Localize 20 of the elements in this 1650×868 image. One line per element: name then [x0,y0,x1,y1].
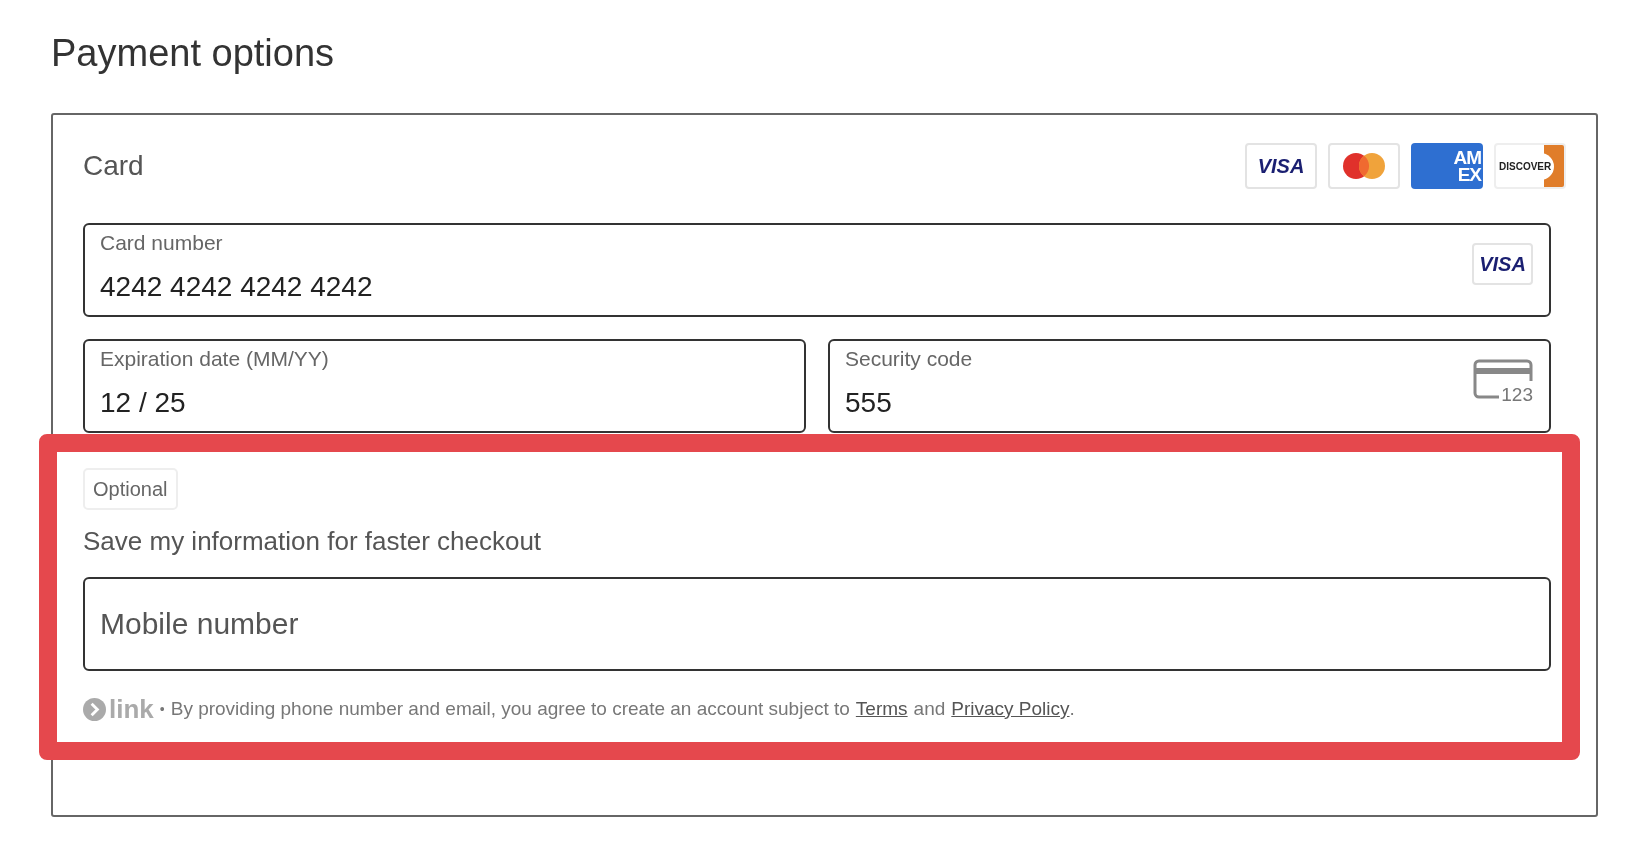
terms-link[interactable]: Terms [855,695,908,724]
card-number-field[interactable]: Card number 4242 4242 4242 4242 VISA [83,223,1551,317]
separator-dot: • [159,699,165,719]
security-code-field[interactable]: Security code 555 123 [828,339,1551,433]
mastercard-logo [1328,143,1400,189]
and-text: and [913,697,946,721]
amex-logo: AM EX [1411,143,1483,189]
optional-badge: Optional [83,468,178,510]
visa-logo: VISA [1472,243,1533,285]
consent-text: By providing phone number and email, you agree to create an account subject to [170,697,850,721]
save-info-label: Save my information for faster checkout [83,525,543,558]
link-logo: link [83,696,154,723]
visa-logo: VISA [1245,143,1317,189]
period-text: . [1069,697,1075,721]
page-title: Payment options [51,31,336,76]
section-title: Card [83,149,144,183]
discover-logo: DISCOVER [1494,143,1566,189]
privacy-policy-link[interactable]: Privacy Policy [951,695,1070,724]
expiration-date-field[interactable]: Expiration date (MM/YY) 12 / 25 [83,339,806,433]
mobile-number-field[interactable]: Mobile number [83,577,1551,671]
